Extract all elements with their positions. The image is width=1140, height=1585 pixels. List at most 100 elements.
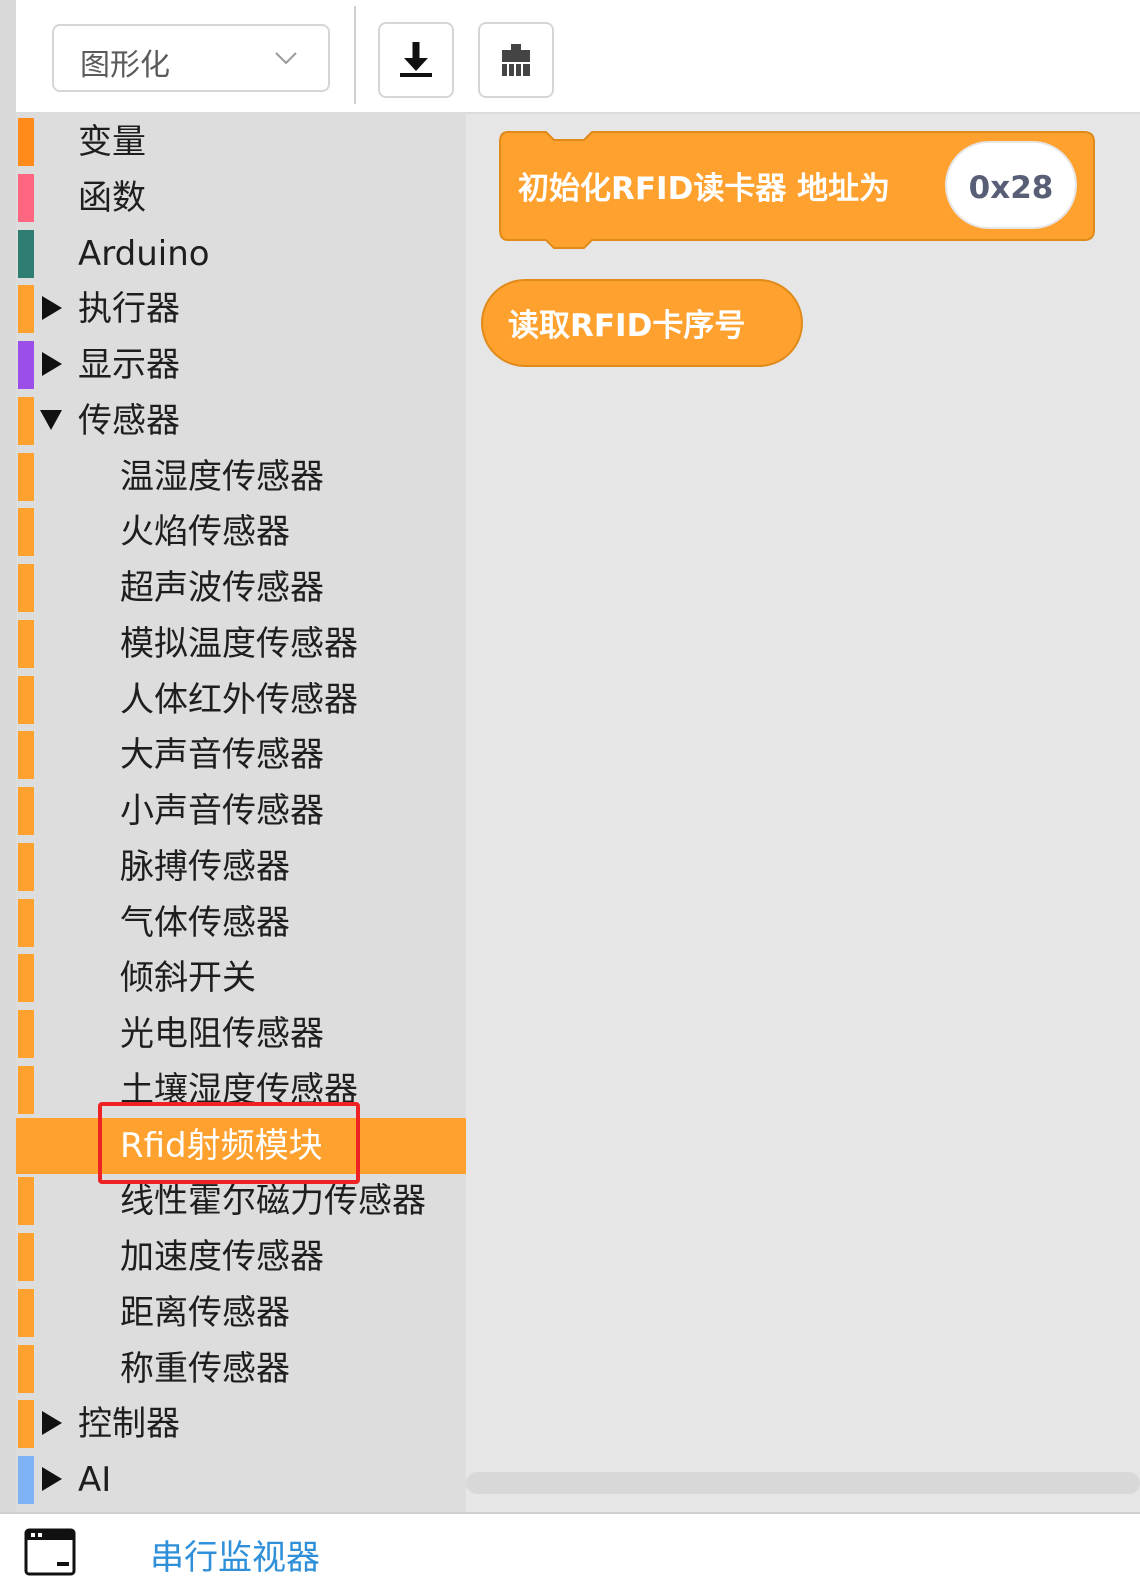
sidebar-item-label: 人体红外传感器 — [120, 680, 358, 720]
category-color-swatch — [18, 954, 34, 1002]
sidebar-item[interactable]: 土壤湿度传感器 — [16, 1062, 466, 1118]
triangle-right-icon[interactable] — [40, 350, 62, 378]
toolbar-divider — [354, 6, 356, 104]
sidebar-item[interactable]: 火焰传感器 — [16, 504, 466, 560]
toolbar: 图形化 — [16, 0, 1140, 114]
sidebar-item-label: 执行器 — [78, 289, 180, 329]
sidebar-item-label: 光电阻传感器 — [120, 1014, 324, 1054]
category-color-swatch — [18, 1066, 34, 1114]
sidebar-item[interactable]: 模拟温度传感器 — [16, 616, 466, 672]
init-rfid-block-label: 初始化RFID读卡器 地址为 — [518, 171, 890, 207]
sidebar-item[interactable]: 显示器 — [16, 337, 466, 393]
category-color-swatch — [18, 899, 34, 947]
sidebar-item[interactable]: 脉搏传感器 — [16, 839, 466, 895]
sidebar-item-label: Rfid射频模块 — [120, 1126, 323, 1166]
category-color-swatch — [18, 1233, 34, 1281]
rfid-address-field[interactable]: 0x28 — [945, 141, 1077, 229]
sidebar-item[interactable]: 超声波传感器 — [16, 560, 466, 616]
category-color-swatch — [18, 731, 34, 779]
category-color-swatch — [18, 620, 34, 668]
bottom-bar: 串行监视器 — [0, 1512, 1140, 1585]
category-color-swatch — [18, 843, 34, 891]
category-color-swatch — [18, 508, 34, 556]
sidebar-item-label: 大声音传感器 — [120, 735, 324, 775]
category-color-swatch — [18, 285, 34, 333]
plugin-button[interactable] — [478, 22, 554, 98]
category-color-swatch — [18, 564, 34, 612]
block-flyout: 初始化RFID读卡器 地址为 0x28 读取RFID卡序号 — [466, 114, 1140, 1512]
triangle-right-icon[interactable] — [40, 1409, 62, 1437]
sidebar-item-label: 气体传感器 — [120, 903, 290, 943]
sidebar-item[interactable]: 人体红外传感器 — [16, 672, 466, 728]
sidebar-item-label: 显示器 — [78, 345, 180, 385]
category-color-swatch — [18, 1010, 34, 1058]
sidebar-item[interactable]: 控制器 — [16, 1396, 466, 1452]
sidebar-item[interactable]: 线性霍尔磁力传感器 — [16, 1173, 466, 1229]
sidebar-item[interactable]: 光电阻传感器 — [16, 1006, 466, 1062]
sidebar-item-label: Arduino — [78, 234, 210, 274]
sidebar-item-label: 模拟温度传感器 — [120, 624, 358, 664]
rfid-address-value: 0x28 — [969, 170, 1054, 206]
sidebar-item[interactable]: 执行器 — [16, 281, 466, 337]
triangle-right-icon[interactable] — [40, 294, 62, 322]
serial-monitor-tab[interactable]: 串行监视器 — [150, 1530, 320, 1579]
sidebar-item-label: 称重传感器 — [120, 1349, 290, 1389]
category-color-swatch — [18, 230, 34, 278]
sidebar-item[interactable]: 称重传感器 — [16, 1341, 466, 1397]
sidebar-item[interactable]: Rfid射频模块 — [16, 1118, 466, 1174]
sidebar-item-label: 加速度传感器 — [120, 1237, 324, 1277]
read-rfid-block[interactable]: 读取RFID卡序号 — [481, 279, 803, 367]
sidebar-item[interactable]: 加速度传感器 — [16, 1229, 466, 1285]
sidebar-item-label: 倾斜开关 — [120, 958, 256, 998]
sidebar-item-label: 温湿度传感器 — [120, 457, 324, 497]
sidebar-item-label: 变量 — [78, 122, 146, 162]
category-color-swatch — [18, 1122, 34, 1170]
horizontal-scrollbar[interactable] — [466, 1472, 1140, 1494]
sidebar-item-label: 传感器 — [78, 401, 180, 441]
triangle-down-icon[interactable] — [40, 406, 62, 434]
download-button[interactable] — [378, 22, 454, 98]
category-color-swatch — [18, 1456, 34, 1504]
category-color-swatch — [18, 787, 34, 835]
category-color-swatch — [18, 676, 34, 724]
sidebar-item[interactable]: 温湿度传感器 — [16, 449, 466, 505]
init-rfid-block[interactable]: 初始化RFID读卡器 地址为 0x28 — [499, 131, 1095, 249]
sidebar-item-label: AI — [78, 1460, 112, 1500]
sidebar-item-label: 小声音传感器 — [120, 791, 324, 831]
sidebar-item[interactable]: 倾斜开关 — [16, 950, 466, 1006]
mode-select-value: 图形化 — [80, 48, 170, 83]
category-color-swatch — [18, 341, 34, 389]
sidebar-item-label: 线性霍尔磁力传感器 — [120, 1181, 426, 1221]
chevron-down-icon — [275, 52, 297, 65]
triangle-right-icon[interactable] — [40, 1465, 62, 1493]
sidebar-item[interactable]: 距离传感器 — [16, 1285, 466, 1341]
category-color-swatch — [18, 1289, 34, 1337]
category-color-swatch — [18, 397, 34, 445]
read-rfid-block-label: 读取RFID卡序号 — [508, 308, 745, 344]
sidebar-item-label: 脉搏传感器 — [120, 847, 290, 887]
mode-select[interactable]: 图形化 — [52, 24, 330, 92]
category-color-swatch — [18, 118, 34, 166]
sidebar-item[interactable]: Arduino — [16, 226, 466, 282]
download-icon — [400, 42, 432, 77]
sidebar-item[interactable]: 小声音传感器 — [16, 783, 466, 839]
sidebar-item-label: 火焰传感器 — [120, 512, 290, 552]
sidebar-item[interactable]: 变量 — [16, 114, 466, 170]
plugin-icon — [502, 44, 530, 76]
sidebar-item[interactable]: 传感器 — [16, 393, 466, 449]
category-color-swatch — [18, 453, 34, 501]
category-color-swatch — [18, 1345, 34, 1393]
sidebar-item-label: 函数 — [78, 178, 146, 218]
sidebar-item-label: 土壤湿度传感器 — [120, 1070, 358, 1110]
category-color-swatch — [18, 1177, 34, 1225]
sidebar-item[interactable]: 气体传感器 — [16, 895, 466, 951]
sidebar-item[interactable]: 大声音传感器 — [16, 727, 466, 783]
category-sidebar: 变量函数 Arduino 执行器显示器传感器温湿度传感器 火焰传感器超声波传感器 模拟温… — [16, 114, 466, 1512]
sidebar-item[interactable]: AI — [16, 1452, 466, 1508]
window-left-edge — [0, 0, 16, 1512]
category-color-swatch — [18, 1400, 34, 1448]
sidebar-item-label: 超声波传感器 — [120, 568, 324, 608]
sidebar-item[interactable]: 函数 — [16, 170, 466, 226]
serial-monitor-icon — [24, 1528, 76, 1576]
category-color-swatch — [18, 174, 34, 222]
